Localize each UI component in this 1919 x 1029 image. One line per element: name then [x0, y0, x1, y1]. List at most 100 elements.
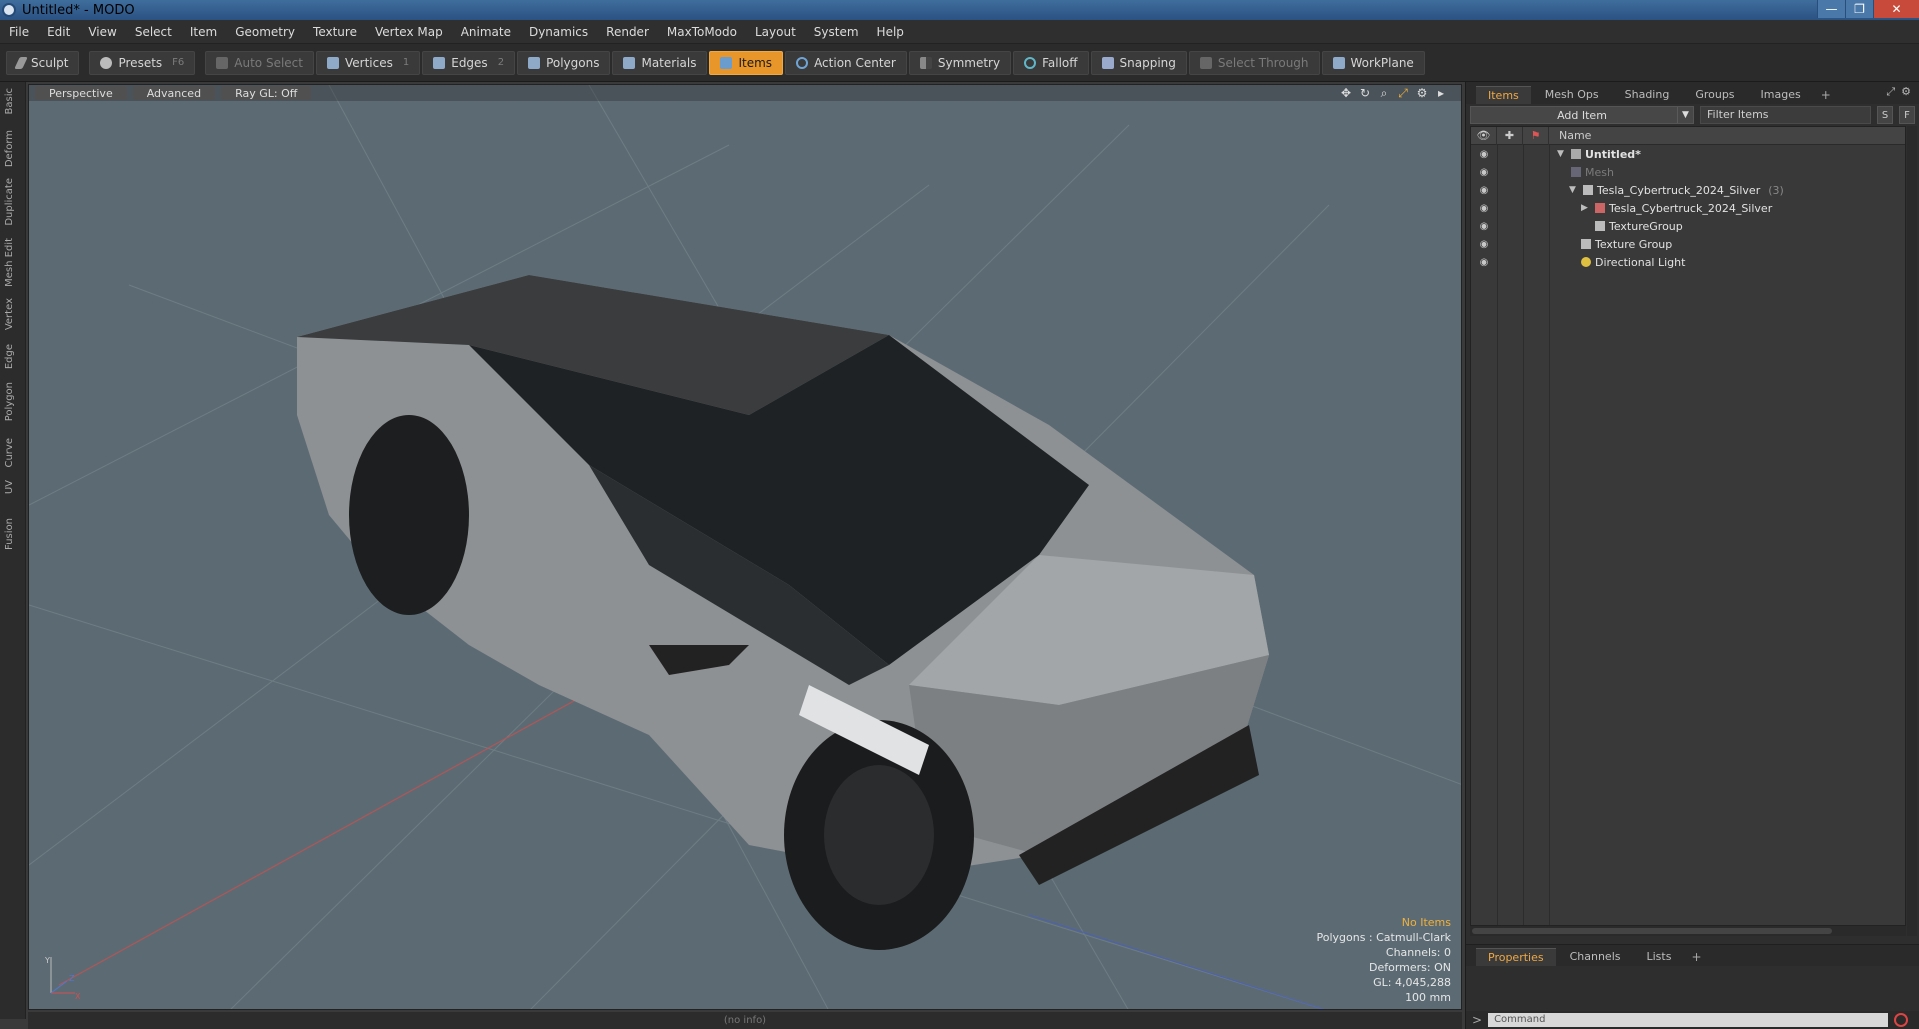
eye-icon[interactable]: ◉: [1471, 239, 1497, 250]
vertices-button[interactable]: Vertices 1: [315, 50, 421, 75]
symmetry-button[interactable]: Symmetry: [908, 50, 1012, 75]
eye-icon[interactable]: ◉: [1471, 221, 1497, 232]
tab-lists[interactable]: Lists: [1635, 948, 1684, 966]
close-button[interactable]: ✕: [1873, 0, 1919, 18]
list-item[interactable]: ◉ ▶ Tesla_Cybertruck_2024_Silver: [1471, 199, 1905, 217]
menu-select[interactable]: Select: [126, 25, 181, 39]
list-item[interactable]: ◉ ▼ Tesla_Cybertruck_2024_Silver (3): [1471, 181, 1905, 199]
command-input[interactable]: Command: [1488, 1013, 1889, 1027]
eye-icon[interactable]: ◉: [1471, 185, 1497, 196]
materials-button[interactable]: Materials: [612, 50, 708, 75]
list-item[interactable]: ◉ TextureGroup: [1471, 217, 1905, 235]
rotate-icon[interactable]: ↻: [1359, 86, 1371, 101]
3d-viewport[interactable]: Perspective Advanced Ray GL: Off ✥ ↻ ⌕ ⤢…: [28, 84, 1462, 1010]
auto-select-button[interactable]: Auto Select: [205, 50, 314, 75]
tab-properties[interactable]: Properties: [1476, 948, 1556, 966]
tab-fusion[interactable]: Fusion: [4, 518, 22, 550]
tab-uv[interactable]: UV: [4, 480, 22, 494]
tab-curve[interactable]: Curve: [4, 438, 22, 468]
menu-system[interactable]: System: [805, 25, 868, 39]
tab-vertex[interactable]: Vertex: [4, 298, 22, 330]
tab-mesh-ops[interactable]: Mesh Ops: [1533, 86, 1611, 104]
expand-icon[interactable]: ⤢: [1886, 85, 1895, 99]
workplane-button[interactable]: WorkPlane: [1321, 50, 1425, 75]
snapping-button[interactable]: Snapping: [1090, 50, 1187, 75]
s-button[interactable]: S: [1877, 106, 1893, 124]
tab-duplicate[interactable]: Duplicate: [4, 178, 22, 226]
light-icon: [1581, 257, 1591, 267]
viewport-menu-icon[interactable]: ▸: [1435, 86, 1447, 101]
menu-maxtomodo[interactable]: MaxToModo: [658, 25, 746, 39]
tab-images[interactable]: Images: [1749, 86, 1813, 104]
tab-channels[interactable]: Channels: [1558, 948, 1633, 966]
vertical-scrollbar[interactable]: [1907, 126, 1917, 936]
filter-items-input[interactable]: Filter Items: [1700, 106, 1871, 124]
chevron-down-icon[interactable]: ▼: [1677, 107, 1693, 123]
record-macro-icon[interactable]: [1894, 1013, 1909, 1027]
polygons-button[interactable]: Polygons: [517, 50, 611, 75]
menu-geometry[interactable]: Geometry: [226, 25, 304, 39]
f-button[interactable]: F: [1899, 106, 1915, 124]
shading-mode-dropdown[interactable]: Advanced: [132, 86, 216, 100]
menu-dynamics[interactable]: Dynamics: [520, 25, 597, 39]
collapse-triangle-icon[interactable]: ▶: [1581, 203, 1591, 213]
tab-items[interactable]: Items: [1476, 86, 1531, 104]
maximize-button[interactable]: ❐: [1845, 0, 1873, 18]
name-column-header[interactable]: Name: [1549, 129, 1591, 142]
eye-icon[interactable]: ◉: [1471, 257, 1497, 268]
visibility-column-icon[interactable]: 👁: [1471, 127, 1497, 145]
falloff-button[interactable]: Falloff: [1013, 50, 1089, 75]
menu-render[interactable]: Render: [597, 25, 658, 39]
tab-basic[interactable]: Basic: [4, 88, 22, 114]
viewport-settings-icon[interactable]: ⚙: [1416, 86, 1428, 101]
menu-edit[interactable]: Edit: [38, 25, 79, 39]
tab-edge[interactable]: Edge: [4, 344, 22, 369]
menu-vertex-map[interactable]: Vertex Map: [366, 25, 452, 39]
maximize-viewport-icon[interactable]: ⤢: [1397, 86, 1409, 101]
raygl-toggle[interactable]: Ray GL: Off: [221, 86, 312, 100]
command-bar: > Command: [1466, 1011, 1919, 1029]
menu-texture[interactable]: Texture: [304, 25, 366, 39]
horizontal-scrollbar[interactable]: [1470, 926, 1906, 936]
tab-mesh-edit[interactable]: Mesh Edit: [4, 238, 22, 287]
eye-icon[interactable]: ◉: [1471, 203, 1497, 214]
items-button[interactable]: Items: [709, 50, 784, 75]
list-item[interactable]: ◉ Mesh: [1471, 163, 1905, 181]
lock-column-icon[interactable]: ✚: [1497, 127, 1523, 145]
action-center-button[interactable]: Action Center: [785, 50, 907, 75]
list-item[interactable]: ◉ Texture Group: [1471, 235, 1905, 253]
edges-button[interactable]: Edges 2: [422, 50, 516, 75]
eye-icon[interactable]: ◉: [1471, 149, 1497, 160]
menu-item[interactable]: Item: [181, 25, 226, 39]
select-through-button[interactable]: Select Through: [1188, 50, 1320, 75]
tab-shading[interactable]: Shading: [1613, 86, 1682, 104]
viewport-nav-icons: ✥ ↻ ⌕ ⤢ ⚙ ▸: [1340, 86, 1447, 101]
menu-layout[interactable]: Layout: [746, 25, 805, 39]
eye-icon[interactable]: ◉: [1471, 167, 1497, 178]
menu-view[interactable]: View: [79, 25, 125, 39]
pan-icon[interactable]: ✥: [1340, 86, 1352, 101]
list-item[interactable]: ◉ ▼ Untitled*: [1471, 145, 1905, 163]
add-tab-icon[interactable]: +: [1815, 86, 1837, 104]
panel-settings-icon[interactable]: ⚙: [1901, 85, 1911, 99]
menu-help[interactable]: Help: [868, 25, 913, 39]
polygons-info: Polygons : Catmull-Clark: [1316, 931, 1451, 944]
zoom-icon[interactable]: ⌕: [1378, 86, 1390, 101]
sculpt-button[interactable]: Sculpt: [6, 50, 80, 75]
presets-button[interactable]: Presets F6: [89, 50, 196, 75]
tab-polygon[interactable]: Polygon: [4, 382, 22, 421]
tab-deform[interactable]: Deform: [4, 130, 22, 167]
add-item-button[interactable]: Add Item ▼: [1470, 106, 1694, 124]
menu-file[interactable]: File: [0, 25, 38, 39]
vertices-icon: [326, 56, 339, 69]
view-type-dropdown[interactable]: Perspective: [35, 86, 127, 100]
render-column-icon[interactable]: ⚑: [1523, 127, 1549, 145]
minimize-button[interactable]: —: [1817, 0, 1845, 18]
tab-groups[interactable]: Groups: [1683, 86, 1746, 104]
expand-triangle-icon[interactable]: ▼: [1569, 185, 1579, 195]
menu-animate[interactable]: Animate: [452, 25, 520, 39]
materials-icon: [623, 56, 636, 69]
expand-triangle-icon[interactable]: ▼: [1557, 149, 1567, 159]
add-tab-icon[interactable]: +: [1685, 948, 1707, 966]
list-item[interactable]: ◉ Directional Light: [1471, 253, 1905, 271]
